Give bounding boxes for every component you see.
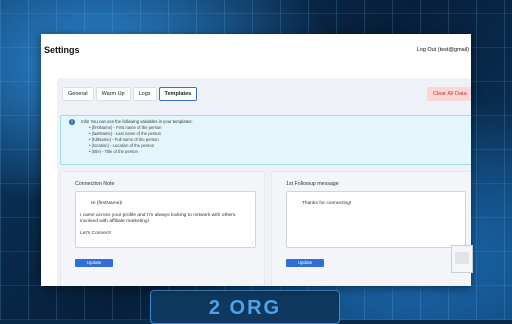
background-chip: 2 ORG [150, 290, 340, 324]
connection-note-label: Connection Note [75, 181, 115, 187]
page-title: Settings [44, 45, 80, 55]
settings-window: Settings Log Out (test@gmail) General Wa… [41, 34, 471, 286]
tab-warm-up[interactable]: Warm Up [95, 87, 131, 101]
info-title: Info! You can use the following variable… [81, 119, 193, 124]
tab-bar: General Warm Up Logs Templates [62, 87, 198, 101]
tab-general[interactable]: General [62, 87, 94, 101]
clear-all-data-button[interactable]: Clear All Data [427, 87, 471, 101]
followup-textarea[interactable]: Thanks for connecting! [286, 191, 466, 248]
variable-list: {firstName} - First name of the person {… [89, 125, 162, 155]
connection-note-card: Connection Note Hi {firstName}! I came a… [60, 171, 265, 286]
connection-note-text: Hi {firstName}! I came across your profi… [80, 201, 236, 236]
connection-note-textarea[interactable]: Hi {firstName}! I came across your profi… [75, 191, 256, 248]
followup-text: Thanks for connecting! [301, 201, 352, 206]
thumbnail-preview[interactable] [451, 245, 473, 273]
update-connection-button[interactable]: Update [75, 259, 113, 267]
settings-panel: General Warm Up Logs Templates Clear All… [57, 78, 471, 286]
update-followup-button[interactable]: Update [286, 259, 324, 267]
list-item: {title} - Title of the person [89, 149, 161, 155]
followup-card: 1st Followup message Thanks for connecti… [271, 171, 471, 286]
page-header: Settings Log Out (test@gmail) [41, 34, 471, 66]
resize-handle-icon[interactable]: ⟋ [251, 240, 254, 246]
followup-label: 1st Followup message [286, 181, 339, 187]
info-alert: i Info! You can use the following variab… [60, 115, 471, 165]
info-icon: i [69, 119, 75, 125]
logout-link[interactable]: Log Out (test@gmail) [417, 47, 469, 53]
tab-templates[interactable]: Templates [158, 87, 198, 101]
tab-logs[interactable]: Logs [132, 87, 157, 101]
